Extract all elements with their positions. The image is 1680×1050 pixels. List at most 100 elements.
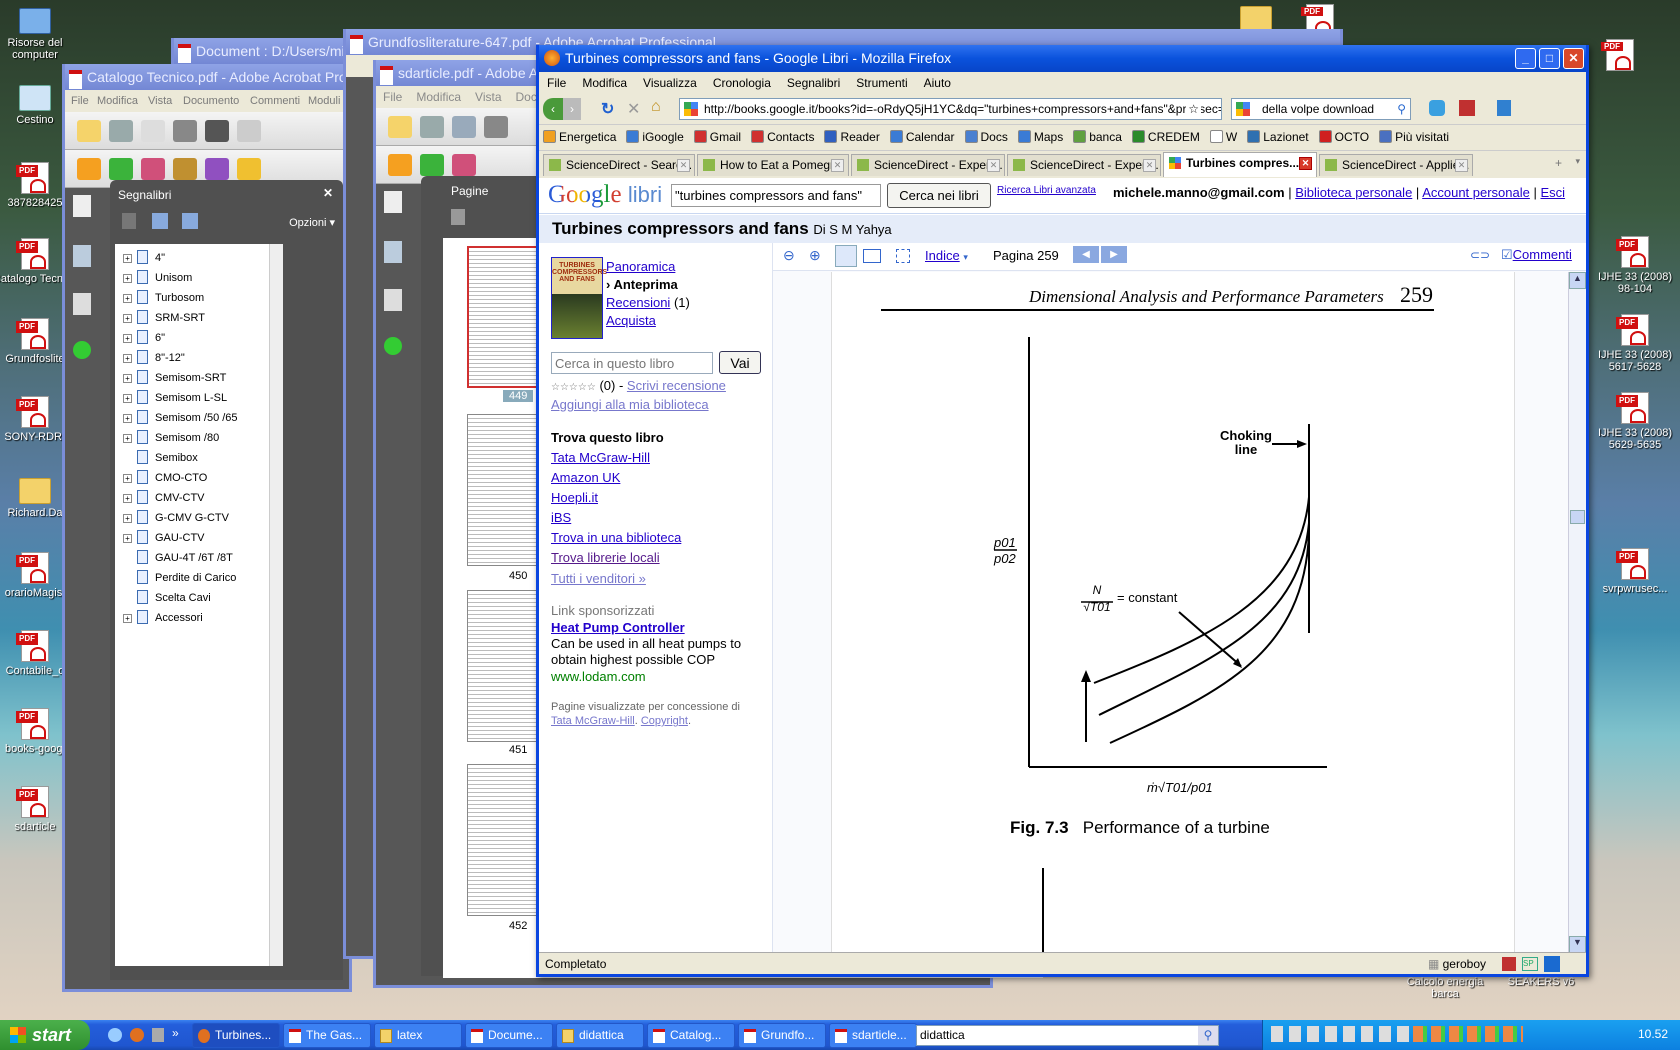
tray-icons-extra[interactable] xyxy=(1413,1026,1523,1042)
bookmark-lazionet[interactable]: Lazionet xyxy=(1247,125,1309,149)
signatures-icon[interactable] xyxy=(384,289,402,311)
stop-icon[interactable]: ✕ xyxy=(627,99,640,119)
bookmark-item[interactable]: + Semisom-SRT xyxy=(123,368,226,388)
expand-icon[interactable]: + xyxy=(123,614,132,623)
expand-icon[interactable]: + xyxy=(123,334,132,343)
menu-moduli[interactable]: Moduli xyxy=(308,90,340,112)
account-link[interactable]: Account personale xyxy=(1422,185,1530,200)
bookmark-item[interactable]: + CMO-CTO xyxy=(123,468,207,488)
bookmark-item[interactable]: +8"-12" xyxy=(123,348,185,368)
zoom-in-icon[interactable]: ⊕ xyxy=(809,247,821,264)
bookmark-docs[interactable]: Docs xyxy=(964,125,1008,149)
expand-icon[interactable]: + xyxy=(123,354,132,363)
bookmark-calendar[interactable]: Calendar xyxy=(889,125,955,149)
overview-link[interactable]: Panoramica xyxy=(606,259,675,274)
options-dropdown[interactable]: Opzioni ▾ xyxy=(289,216,335,229)
taskbar-item[interactable]: didattica xyxy=(556,1023,644,1048)
menu-visualizza[interactable]: Visualizza xyxy=(643,76,697,90)
desktop-icon-computer[interactable]: Risorse del computer xyxy=(0,8,80,61)
expand-icon[interactable]: + xyxy=(123,434,132,443)
window-title[interactable]: Catalogo Tecnico.pdf - Adobe Acrobat Pro… xyxy=(65,64,349,90)
bookmark-pi-visitati[interactable]: Più visitati xyxy=(1379,125,1449,149)
menu-strumenti[interactable]: Strumenti xyxy=(856,76,907,90)
create-pdf-icon[interactable] xyxy=(77,158,101,180)
bookmark-igoogle[interactable]: iGoogle xyxy=(626,125,684,149)
close-tab-icon[interactable]: ✕ xyxy=(831,159,844,172)
maximize-button[interactable]: □ xyxy=(1539,48,1560,69)
tray-icons[interactable] xyxy=(1271,1026,1411,1042)
desktop-icon-seakers[interactable]: SEAKERS v6 xyxy=(1496,976,1586,988)
save-icon[interactable] xyxy=(452,116,476,138)
acrobat-catalogo-window[interactable]: Catalogo Tecnico.pdf - Adobe Acrobat Pro… xyxy=(62,64,352,992)
ad-url[interactable]: www.lodam.com xyxy=(551,669,646,684)
close-tab-icon[interactable]: ✕ xyxy=(987,159,1000,172)
seller-link[interactable]: iBS xyxy=(551,510,571,525)
tab[interactable]: How to Eat a Pomegr... ✕ xyxy=(697,154,849,176)
clock[interactable]: 10.52 xyxy=(1638,1027,1668,1041)
search-bar[interactable]: della volpe download ⚲ xyxy=(1231,98,1411,120)
two-page-view-button[interactable] xyxy=(863,249,881,263)
close-tab-icon[interactable]: ✕ xyxy=(1143,159,1156,172)
start-button[interactable]: start xyxy=(0,1020,90,1050)
taskbar-item[interactable]: The Gas... xyxy=(283,1023,371,1048)
expand-icon[interactable]: + xyxy=(123,374,132,383)
close-button[interactable]: ✕ xyxy=(1563,48,1584,69)
bookmark-contacts[interactable]: Contacts xyxy=(751,125,814,149)
bookmark-item[interactable]: GAU-4T /6T /8T xyxy=(123,548,233,568)
bookmark-w[interactable]: W xyxy=(1209,125,1237,149)
bookmark-scrollbar[interactable] xyxy=(269,244,283,966)
expand-icon[interactable]: + xyxy=(123,534,132,543)
advanced-search-link[interactable]: Ricerca Libri avanzata xyxy=(997,185,1096,196)
reviews-link[interactable]: Recensioni xyxy=(606,295,670,310)
back-button[interactable]: ‹ xyxy=(543,98,563,120)
bookmark-energetica[interactable]: Energetica xyxy=(543,125,616,149)
help-icon[interactable] xyxy=(384,337,402,355)
export-icon[interactable] xyxy=(452,154,476,176)
pdf-icon[interactable] xyxy=(1601,39,1634,71)
bookmark-item[interactable]: + Semisom /80 xyxy=(123,428,219,448)
seller-link[interactable]: Amazon UK xyxy=(551,470,620,485)
single-page-view-button[interactable] xyxy=(835,245,857,267)
menu-modifica[interactable]: Modifica xyxy=(416,90,461,104)
seller-link[interactable]: Trova in una biblioteca xyxy=(551,530,681,545)
bookmark-item[interactable]: Scelta Cavi xyxy=(123,588,211,608)
bookmark-item[interactable]: + Unisom xyxy=(123,268,192,288)
menu-segnalibri[interactable]: Segnalibri xyxy=(787,76,840,90)
menu-cronologia[interactable]: Cronologia xyxy=(713,76,771,90)
addon-status-icon[interactable] xyxy=(1502,957,1516,971)
bookmark-banca[interactable]: banca xyxy=(1073,125,1122,149)
taskbar-search-input[interactable]: didattica ⚲ xyxy=(916,1025,1219,1046)
search-books-button[interactable]: Cerca nei libri xyxy=(887,183,991,208)
taskbar-item[interactable]: latex xyxy=(374,1023,462,1048)
open-icon[interactable] xyxy=(388,116,412,138)
zoom-out-icon[interactable]: ⊖ xyxy=(783,247,795,264)
menu-vista[interactable]: Vista xyxy=(148,90,172,112)
help-icon[interactable] xyxy=(73,341,91,359)
bookmark-item[interactable]: + CMV-CTV xyxy=(123,488,205,508)
all-sellers-link[interactable]: Tutti i venditori » xyxy=(551,571,646,586)
expand-icon[interactable]: + xyxy=(123,274,132,283)
bookmark-item[interactable]: + GAU-CTV xyxy=(123,528,205,548)
expand-icon[interactable]: + xyxy=(123,394,132,403)
book-search-input[interactable] xyxy=(671,184,881,207)
desktop-icon-calcolo[interactable]: Calcolo energia barca xyxy=(1400,976,1490,1000)
menu-commenti[interactable]: Commenti xyxy=(250,90,300,112)
menu-vista[interactable]: Vista xyxy=(475,90,501,104)
expand-bookmark-icon[interactable] xyxy=(182,213,198,229)
forms-icon[interactable] xyxy=(205,158,229,180)
pages-icon[interactable] xyxy=(73,195,91,217)
search-icon[interactable]: ⚲ xyxy=(1397,99,1406,119)
media-icon[interactable] xyxy=(152,1028,164,1042)
skype-icon[interactable] xyxy=(1429,100,1445,116)
bookmarks-icon[interactable] xyxy=(73,245,91,267)
save-icon[interactable] xyxy=(141,120,165,142)
expand-icon[interactable]: + xyxy=(123,514,132,523)
personal-library-link[interactable]: Biblioteca personale xyxy=(1295,185,1412,200)
seller-link[interactable]: Tata McGraw-Hill xyxy=(551,450,650,465)
delete-bookmark-icon[interactable] xyxy=(122,213,136,229)
bookmark-credem[interactable]: CREDEM xyxy=(1131,125,1200,149)
open-icon[interactable] xyxy=(77,120,101,142)
bookmark-item[interactable]: + Turbosom xyxy=(123,288,204,308)
search-in-book-input[interactable] xyxy=(551,352,713,374)
bookmark-reader[interactable]: Reader xyxy=(824,125,880,149)
